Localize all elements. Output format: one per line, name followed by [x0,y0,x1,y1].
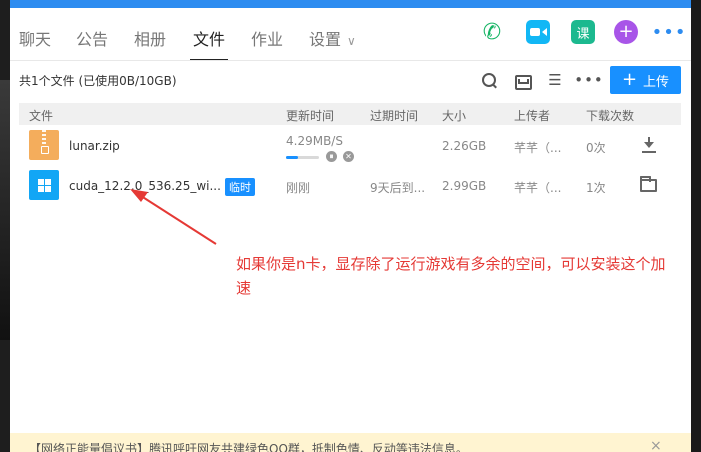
plus-icon[interactable]: + [614,20,638,44]
cancel-icon[interactable]: ✕ [343,151,354,162]
upload-button[interactable]: + 上传 [610,66,681,94]
uploader-name: 芊芊（... [514,181,562,195]
plus-icon: + [621,69,638,90]
notice-text[interactable]: 【网络正能量倡议书】腾讯呼吁网友共建绿色QQ群，抵制色情、反动等违法信息。 [29,440,468,452]
update-time: 刚刚 [286,181,311,195]
search-icon[interactable] [480,71,498,89]
column-header-size[interactable]: 大小 [442,107,466,124]
uploader-name: 芊芊（... [514,141,562,155]
table-row[interactable]: lunar.zip 4.29MB/S ⏸ ✕ 2.26GB 芊芊（... 0次 [19,126,681,166]
background-left-strip [0,0,10,452]
column-header-uploader[interactable]: 上传者 [514,107,550,124]
close-icon[interactable]: × [650,438,662,452]
window-top-bar [10,0,691,8]
tab-homework[interactable]: 作业 [251,26,283,50]
background-decoration [0,80,10,340]
column-header-file[interactable]: 文件 [29,107,53,124]
download-progress-fill [286,156,298,159]
more-options-icon[interactable]: ••• [574,71,603,89]
background-right-strip [691,0,701,452]
column-header-downloads[interactable]: 下载次数 [586,107,634,124]
tab-files[interactable]: 文件 [193,26,225,50]
group-files-window: 聊天 公告 相册 文件 作业 设置 ∨ ✆ 课 + ••• 共1个文件 (已使用0… [10,0,691,452]
table-row[interactable]: cuda_12.2.0_536.25_wi... 临时 刚刚 9天后到... 2… [19,166,681,206]
zip-file-icon [29,130,59,160]
folder-icon[interactable] [640,176,657,192]
download-progress-bar [286,156,319,159]
annotation-text: 如果你是n卡，显存除了运行游戏有多余的空间，可以安装这个加速 [236,255,666,297]
download-speed: 4.29MB/S [286,134,343,148]
tab-settings-label: 设置 [309,30,342,49]
column-header-update-time[interactable]: 更新时间 [286,107,334,124]
file-size: 2.99GB [442,179,487,193]
file-count-summary: 共1个文件 (已使用0B/10GB) [19,74,177,88]
download-count: 1次 [586,181,606,195]
list-view-icon[interactable]: ☰ [546,71,564,89]
chevron-down-icon: ∨ [347,34,356,48]
file-name[interactable]: cuda_12.2.0_536.25_wi... [69,179,221,193]
expire-time: 9天后到... [370,181,426,195]
tab-settings[interactable]: 设置 ∨ [309,26,356,50]
inbox-icon[interactable] [513,71,532,90]
video-call-icon[interactable] [526,20,550,44]
course-icon[interactable]: 课 [571,20,595,44]
file-toolbar: 共1个文件 (已使用0B/10GB) ☰ ••• + 上传 [10,62,691,98]
phone-icon[interactable]: ✆ [480,20,504,45]
tab-chat[interactable]: 聊天 [19,26,51,50]
column-header-expire-time[interactable]: 过期时间 [370,107,418,124]
file-table-header: 文件 更新时间 过期时间 大小 上传者 下载次数 [19,103,681,125]
windows-exe-icon [29,170,59,200]
temporary-file-badge: 临时 [225,178,255,196]
tab-announcement[interactable]: 公告 [76,26,108,50]
download-icon[interactable] [641,136,657,154]
download-count: 0次 [586,141,606,155]
file-size: 2.26GB [442,139,487,153]
tab-album[interactable]: 相册 [134,26,166,50]
notice-bar: 【网络正能量倡议书】腾讯呼吁网友共建绿色QQ群，抵制色情、反动等违法信息。 × [10,433,691,452]
file-name[interactable]: lunar.zip [69,139,120,153]
upload-button-label: 上传 [643,74,670,90]
pause-icon[interactable]: ⏸ [326,151,337,162]
more-icon[interactable]: ••• [652,20,686,44]
header-divider [10,60,691,61]
